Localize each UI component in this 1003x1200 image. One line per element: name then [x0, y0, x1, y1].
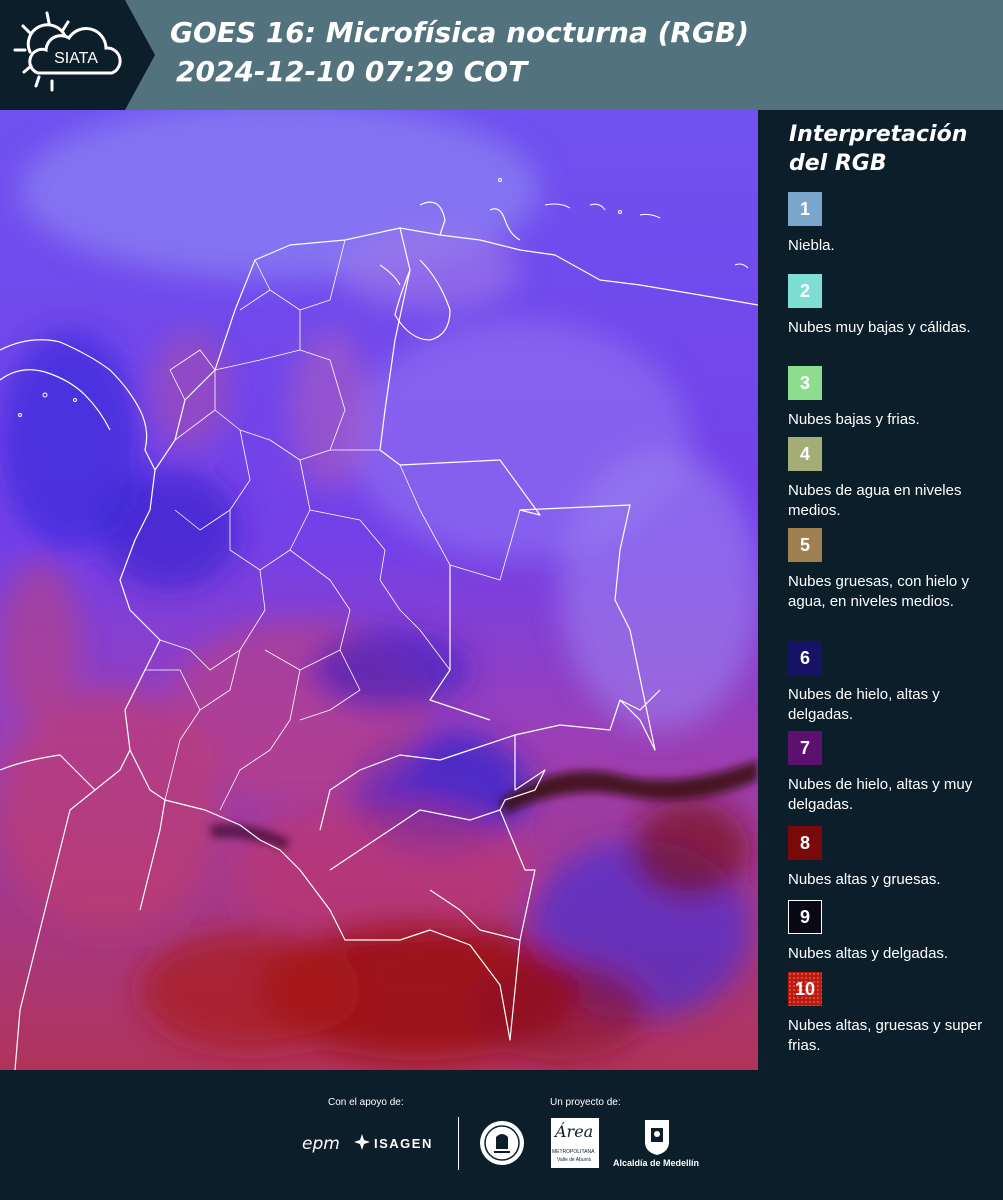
legend-label: Nubes bajas y frias.	[788, 411, 920, 428]
legend-swatch: 7	[788, 731, 822, 765]
project-label: Un proyecto de:	[550, 1097, 621, 1108]
legend-item: 7 Nubes de hielo, altas y muy delgadas.	[788, 731, 998, 815]
legend-item: 1 Niebla.	[788, 192, 998, 256]
area-metropolitana-logo: Área METROPOLITANA Valle de Aburrá	[551, 1118, 599, 1168]
siata-logo: SIATA	[0, 0, 155, 110]
legend-item: 9 Nubes altas y delgadas.	[788, 900, 998, 964]
legend-swatch: 5	[788, 528, 822, 562]
legend-swatch: 1	[788, 192, 822, 226]
legend-item: 3 Nubes bajas y frias.	[788, 366, 998, 430]
legend-title: Interpretación del RGB	[789, 120, 967, 178]
legend-item: 6 Nubes de hielo, altas y delgadas.	[788, 641, 998, 725]
footer: Con el apoyo de: epm ISAGEN Un proyecto …	[0, 1070, 1003, 1200]
page-title: GOES 16: Microfísica nocturna (RGB)	[170, 16, 750, 49]
header-bar: SIATA GOES 16: Microfísica nocturna (RGB…	[0, 0, 1003, 110]
legend-item: 8 Nubes altas y gruesas.	[788, 826, 998, 890]
legend-swatch: 8	[788, 826, 822, 860]
legend-swatch: 10	[788, 972, 822, 1006]
map-image	[0, 110, 758, 1070]
logo-panel-shape: SIATA	[0, 0, 155, 110]
legend-item: 5 Nubes gruesas, con hielo y agua, en niv…	[788, 528, 998, 612]
legend-swatch: 3	[788, 366, 822, 400]
logo-text: SIATA	[54, 50, 98, 67]
legend-swatch: 2	[788, 274, 822, 308]
legend-swatch: 4	[788, 437, 822, 471]
area-logo-text: Área	[555, 1122, 594, 1141]
legend-item: 10 Nubes altas, gruesas y super frias.	[788, 972, 998, 1056]
epm-logo: epm	[302, 1134, 340, 1154]
legend-label: Nubes de hielo, altas y delgadas.	[788, 686, 940, 723]
legend-item: 2 Nubes muy bajas y cálidas.	[788, 274, 998, 338]
legend-label: Nubes altas y delgadas.	[788, 945, 949, 962]
legend-label: Nubes muy bajas y cálidas.	[788, 319, 971, 336]
area-logo-sub1: METROPOLITANA	[552, 1149, 595, 1155]
satellite-rgb-map	[0, 110, 758, 1070]
area-logo-sub2: Valle de Aburrá	[557, 1157, 591, 1163]
isagen-icon	[352, 1132, 372, 1157]
support-label: Con el apoyo de:	[328, 1097, 404, 1108]
isagen-logo: ISAGEN	[374, 1136, 433, 1151]
legend-label: Nubes altas, gruesas y super frias.	[788, 1017, 983, 1054]
legend-label: Nubes gruesas, con hielo y agua, en nive…	[788, 573, 969, 610]
legend-label: Nubes de agua en niveles medios.	[788, 482, 962, 519]
legend-label: Nubes altas y gruesas.	[788, 871, 941, 888]
footer-divider	[458, 1117, 459, 1170]
legend-swatch: 9	[788, 900, 822, 934]
legend-item: 4 Nubes de agua en niveles medios.	[788, 437, 998, 521]
seal-icon	[478, 1119, 526, 1172]
legend-panel: Interpretación del RGB 1 Niebla. 2 Nubes mu…	[758, 110, 1003, 1070]
legend-title-line2: del RGB	[789, 151, 887, 176]
legend-label: Nubes de hielo, altas y muy delgadas.	[788, 776, 973, 813]
medellin-coat-of-arms-icon	[643, 1118, 671, 1161]
timestamp: 2024-12-10 07:29 COT	[176, 55, 528, 88]
legend-swatch: 6	[788, 641, 822, 675]
legend-title-line1: Interpretación	[789, 122, 968, 147]
alcaldia-logo-text: Alcaldía de Medellín	[613, 1158, 700, 1168]
legend-label: Niebla.	[788, 237, 835, 254]
